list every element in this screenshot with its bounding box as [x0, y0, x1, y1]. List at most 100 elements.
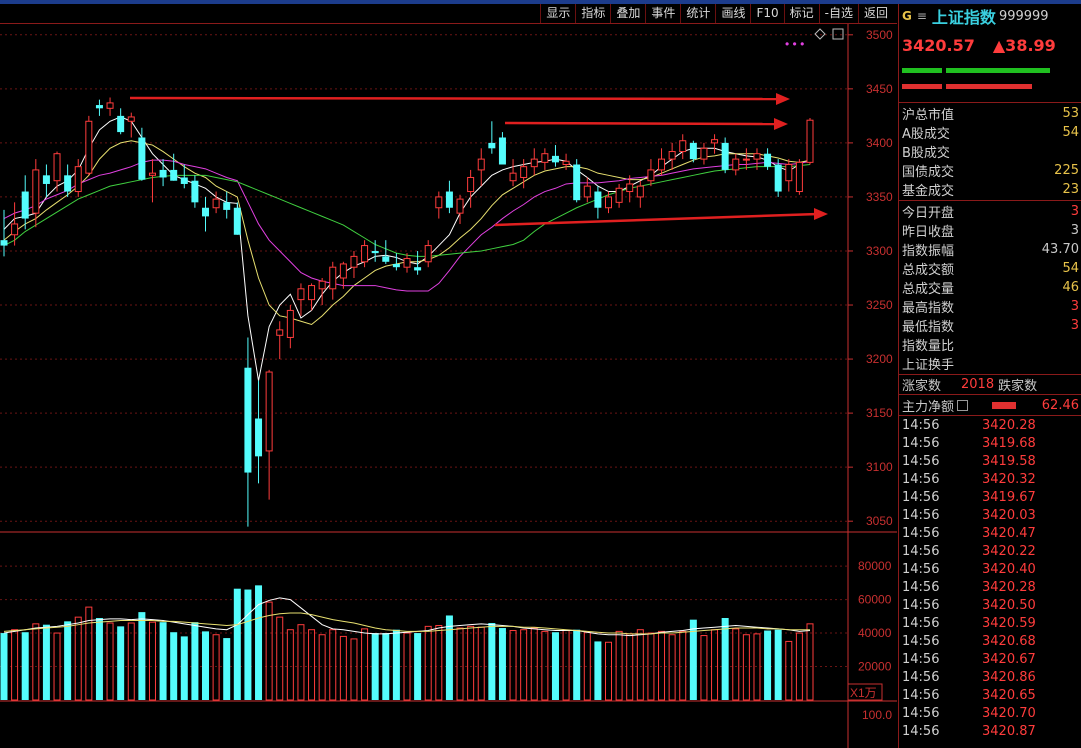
ma60-line: [3, 164, 811, 257]
volume-bar: [244, 589, 252, 700]
volume-bar: [498, 628, 506, 700]
tick-time: 14:56: [902, 417, 940, 433]
volume-bar: [562, 630, 570, 701]
toolbar-button[interactable]: 返回: [857, 4, 893, 23]
price-tick-label: 3050: [866, 514, 893, 528]
stat-label: 国债成交: [902, 165, 955, 180]
volume-bar: [318, 634, 326, 701]
volume-bar: [477, 626, 485, 701]
volume-bar: [392, 629, 400, 700]
volume-bar: [774, 629, 782, 700]
candle-body: [626, 183, 634, 193]
kline-chart[interactable]: 3050 3100 3150 3200 3250 3300 3350 3400 3450 3500…: [0, 24, 897, 748]
arrow-line: [504, 121, 779, 126]
volume-bar: [509, 630, 517, 701]
price-tick-label: 3200: [866, 352, 893, 366]
candle-body: [467, 176, 475, 193]
green-bar-2: [946, 68, 1050, 73]
candle-body: [573, 164, 581, 201]
stat-row: 指数量比: [899, 335, 1081, 354]
volume-bar: [435, 625, 443, 701]
volume-bar: [170, 632, 178, 700]
toolbar-button[interactable]: 事件: [645, 4, 680, 23]
candle-body: [774, 164, 782, 192]
price-tick-label: 3300: [866, 244, 893, 258]
candle-body: [361, 245, 369, 263]
volume-bar: [0, 633, 8, 700]
stat-value: 3: [1070, 318, 1079, 333]
candle-body: [159, 169, 167, 178]
volume-bar: [308, 629, 316, 701]
candle-body: [541, 153, 549, 163]
volume-bar: [255, 585, 263, 700]
volume-bar: [42, 624, 50, 700]
stat-value: 54: [1062, 125, 1079, 140]
volume-bar: [668, 634, 676, 701]
stat-label: 沪总市值: [902, 108, 955, 123]
candle-body: [636, 185, 644, 198]
arrow-head: [776, 93, 790, 105]
toolbar-button[interactable]: 画线: [715, 4, 750, 23]
stat-value: 46: [1062, 280, 1079, 295]
candle-body: [329, 266, 337, 290]
toolbar-button[interactable]: 显示: [540, 4, 575, 23]
tick-row: 14:56 3420.86: [899, 668, 1081, 686]
candle-body: [117, 115, 125, 133]
volume-bar: [53, 632, 61, 701]
candle-body: [488, 142, 496, 149]
diamond-icon: [814, 28, 826, 40]
toolbar-button[interactable]: -自选: [818, 4, 858, 23]
tick-price: 3420.03: [982, 507, 1036, 523]
candle-body: [615, 187, 623, 203]
volume-bar: [467, 625, 475, 701]
volume-bar: [95, 617, 103, 700]
volume-bar: [286, 629, 294, 701]
candle-body: [785, 164, 793, 182]
list-icon[interactable]: [957, 399, 969, 411]
g-icon[interactable]: G: [902, 9, 912, 23]
candle-body: [308, 285, 316, 301]
tick-price: 3419.68: [982, 435, 1036, 451]
candle-body: [583, 185, 591, 198]
tick-time: 14:56: [902, 543, 940, 559]
candle-body: [85, 120, 93, 174]
tick-row: 14:56 3420.87: [899, 722, 1081, 740]
stat-value: 54: [1062, 261, 1079, 276]
candle-body: [286, 309, 294, 338]
tick-price: 3420.40: [982, 561, 1036, 577]
menu-icon[interactable]: ≡: [917, 9, 927, 23]
candle-body: [742, 158, 750, 161]
volume-bar: [541, 630, 549, 701]
toolbar-button[interactable]: F10: [750, 4, 783, 23]
volume-tick-label: 40000: [858, 626, 892, 640]
stat-value: 3: [1070, 204, 1079, 219]
tick-time: 14:56: [902, 633, 940, 649]
candle-body: [371, 250, 379, 254]
candle-body: [732, 158, 740, 171]
volume-bar: [742, 634, 750, 701]
stat-row: 指数振幅 43.70: [899, 240, 1081, 259]
candle-body: [180, 177, 188, 184]
restore-icon: [832, 28, 844, 40]
tick-time: 14:56: [902, 561, 940, 577]
volume-bar: [138, 612, 146, 700]
volume-bar: [530, 627, 538, 701]
volume-bar: [32, 623, 40, 701]
candle-body: [138, 137, 146, 180]
stat-value: 23: [1062, 182, 1079, 197]
toolbar-buttons: 显示 指标 叠加 事件 统计 画线 F10 标记 -自选 返回: [540, 4, 893, 23]
volume-bar: [202, 631, 209, 700]
toolbar-button[interactable]: 指标: [575, 4, 610, 23]
tick-time: 14:56: [902, 489, 940, 505]
volume-bar: [265, 601, 273, 701]
candle-body: [764, 153, 772, 167]
toolbar-button[interactable]: 叠加: [610, 4, 645, 23]
toolbar-button[interactable]: 标记: [783, 4, 819, 23]
volume-bar: [658, 630, 666, 701]
tick-row: 14:56 3419.67: [899, 488, 1081, 506]
toolbar-button[interactable]: 统计: [680, 4, 715, 23]
tick-price: 3420.50: [982, 597, 1036, 613]
tick-list[interactable]: 14:56 3420.28 14:56 3419.68 14:56 3419.58 14:5…: [899, 416, 1081, 740]
arrow-line: [494, 212, 819, 227]
candle-body: [498, 137, 506, 165]
